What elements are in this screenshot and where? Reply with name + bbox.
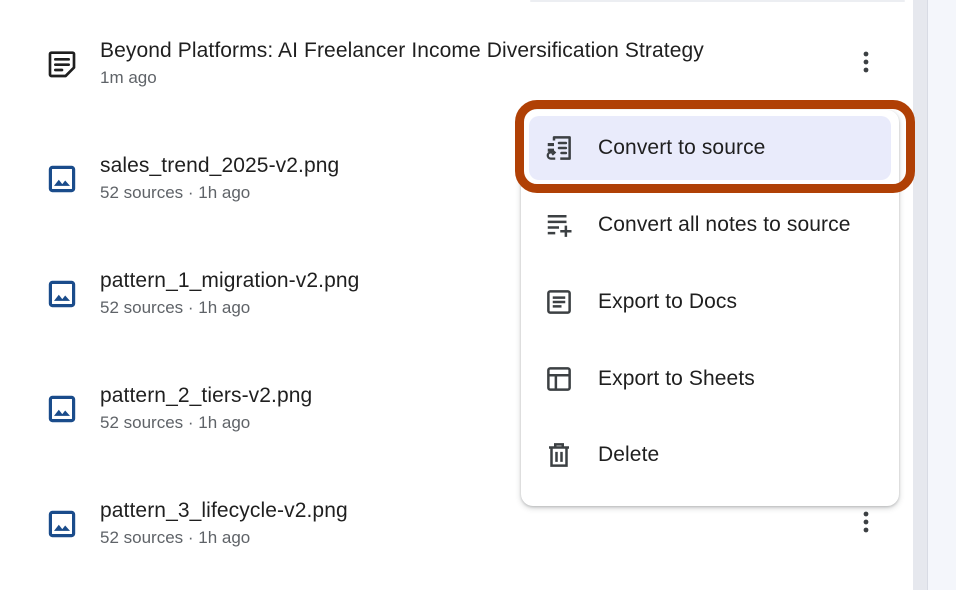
divider <box>530 0 905 2</box>
playlist-add-icon <box>543 209 575 241</box>
sheets-icon <box>543 363 575 395</box>
more-options-button[interactable] <box>848 44 884 80</box>
note-meta: 52 sources · 1h ago <box>100 528 251 547</box>
image-icon <box>44 161 80 197</box>
menu-item-label: Convert to source <box>598 136 766 159</box>
image-icon <box>44 506 80 542</box>
menu-item-export-sheets[interactable]: Export to Sheets <box>521 347 899 411</box>
note-item[interactable]: Beyond Platforms: AI Freelancer Income D… <box>0 24 905 104</box>
note-title: sales_trend_2025-v2.png <box>100 154 340 177</box>
note-title: Beyond Platforms: AI Freelancer Income D… <box>100 39 704 62</box>
image-icon <box>44 391 80 427</box>
more-vert-icon <box>863 511 869 533</box>
trash-icon <box>543 439 575 471</box>
side-panel-edge <box>927 0 956 590</box>
convert-to-source-icon <box>543 132 575 164</box>
docs-icon <box>543 286 575 318</box>
note-context-menu: Convert to source Convert all notes to s… <box>521 110 899 506</box>
note-title: pattern_2_tiers-v2.png <box>100 384 313 407</box>
menu-item-export-docs[interactable]: Export to Docs <box>521 270 899 334</box>
scrollbar[interactable] <box>913 0 927 590</box>
menu-item-convert-to-source[interactable]: Convert to source <box>529 116 891 180</box>
menu-item-label: Export to Sheets <box>598 367 755 390</box>
note-title: pattern_1_migration-v2.png <box>100 269 360 292</box>
menu-item-label: Export to Docs <box>598 290 738 313</box>
more-vert-icon <box>863 51 869 73</box>
image-icon <box>44 276 80 312</box>
note-meta: 52 sources · 1h ago <box>100 413 251 432</box>
notes-panel: Beyond Platforms: AI Freelancer Income D… <box>0 0 956 590</box>
note-title: pattern_3_lifecycle-v2.png <box>100 499 348 522</box>
menu-item-delete[interactable]: Delete <box>521 423 899 487</box>
more-options-button[interactable] <box>848 504 884 540</box>
note-meta: 1m ago <box>100 68 157 87</box>
note-meta: 52 sources · 1h ago <box>100 298 251 317</box>
menu-item-label: Convert all notes to source <box>598 213 851 236</box>
menu-item-convert-all-notes[interactable]: Convert all notes to source <box>521 193 899 257</box>
note-meta: 52 sources · 1h ago <box>100 183 251 202</box>
note-icon <box>44 46 80 82</box>
menu-item-label: Delete <box>598 443 660 466</box>
